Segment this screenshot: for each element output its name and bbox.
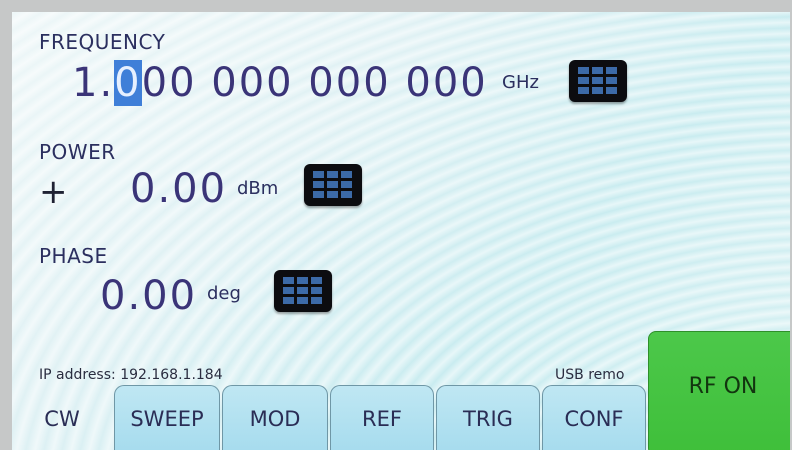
frequency-value-rest: 00 000 000 000 xyxy=(141,60,488,106)
rf-on-button[interactable]: RF ON xyxy=(648,331,790,450)
tab-trig[interactable]: TRIG xyxy=(436,385,540,450)
frequency-value-lead: 1. xyxy=(72,60,115,106)
keypad-icon xyxy=(313,171,352,198)
power-label: POWER xyxy=(39,140,116,164)
power-value[interactable]: 0.00 xyxy=(130,166,227,212)
frequency-unit: GHz xyxy=(502,72,539,93)
tab-conf[interactable]: CONF xyxy=(542,385,646,450)
keypad-icon xyxy=(578,67,617,94)
power-keypad-icon[interactable] xyxy=(304,164,362,206)
usb-remote-status: USB remo xyxy=(555,367,625,383)
frequency-label: FREQUENCY xyxy=(39,30,166,54)
phase-label: PHASE xyxy=(39,244,108,268)
phase-unit: deg xyxy=(207,283,241,304)
phase-value[interactable]: 0.00 xyxy=(100,273,197,319)
keypad-icon xyxy=(283,277,322,304)
tab-cw[interactable]: CW xyxy=(12,385,112,450)
power-sign[interactable]: + xyxy=(39,172,70,212)
tab-mod[interactable]: MOD xyxy=(222,385,328,450)
power-unit: dBm xyxy=(237,178,279,199)
ip-address-status: IP address: 192.168.1.184 xyxy=(39,367,223,383)
phase-keypad-icon[interactable] xyxy=(274,270,332,312)
tab-sweep[interactable]: SWEEP xyxy=(114,385,220,450)
instrument-screen: FREQUENCY 1.000 000 000 000 GHz POWER + … xyxy=(12,12,790,450)
frequency-value[interactable]: 1.000 000 000 000 xyxy=(72,60,488,106)
tab-ref[interactable]: REF xyxy=(330,385,434,450)
frequency-keypad-icon[interactable] xyxy=(569,60,627,102)
frequency-cursor-digit[interactable]: 0 xyxy=(114,60,142,106)
mode-tab-bar: CW SWEEP MOD REF TRIG CONF xyxy=(12,385,652,450)
